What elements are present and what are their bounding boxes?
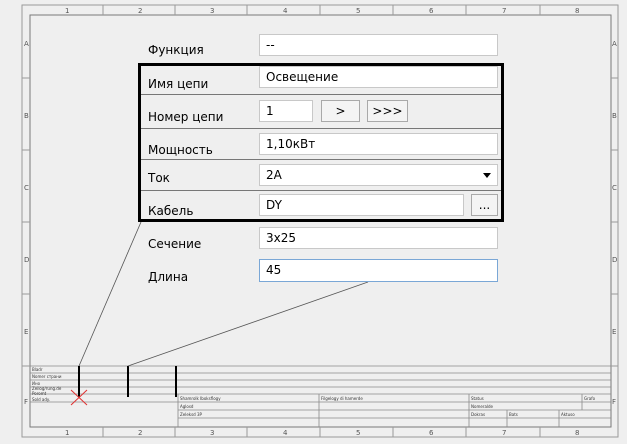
title-block-label: Bladr	[32, 367, 43, 372]
section-label: Сечение	[148, 237, 202, 251]
row-letter-left: E	[24, 328, 29, 336]
title-block-cell: Aktuso	[561, 412, 575, 417]
ellipsis-icon: ...	[478, 198, 491, 212]
title-block-cell: Filgelogy di hamerde	[321, 396, 363, 401]
row-letter-right: D	[612, 256, 618, 264]
row-letter-right: B	[612, 112, 617, 120]
circuit-number-label: Номер цепи	[148, 110, 224, 124]
circuit-name-field[interactable]: Освещение	[259, 66, 498, 88]
circuit-name-label: Имя цепи	[148, 77, 209, 91]
chevron-down-icon	[483, 173, 491, 178]
function-field[interactable]: --	[259, 34, 498, 56]
title-block-label: Poromt	[32, 391, 47, 396]
title-block-cell: Zeleksd 3P	[180, 412, 202, 417]
title-block-cell: Grafo	[584, 396, 596, 401]
col-number-top: 1	[65, 7, 70, 15]
col-number-bottom: 3	[210, 429, 215, 437]
title-block-cell: Dokras	[471, 412, 486, 417]
row-letter-right: C	[612, 184, 617, 192]
row-separator	[141, 190, 501, 191]
title-block-cell: Shamrolk Iboksflogy	[180, 396, 221, 401]
chevron-right-icon: >	[335, 104, 346, 118]
col-number-bottom: 1	[65, 429, 70, 437]
col-number-top: 8	[575, 7, 580, 15]
col-number-top: 6	[429, 7, 434, 15]
length-label: Длина	[148, 270, 189, 284]
circuit-number-field[interactable]: 1	[259, 100, 313, 122]
title-block-cell: Nomeralde	[471, 404, 494, 409]
col-number-bottom: 7	[502, 429, 507, 437]
cable-browse-button[interactable]: ...	[471, 194, 498, 216]
row-letter-right: A	[612, 40, 617, 48]
row-separator	[141, 94, 501, 95]
row-letter-left: C	[24, 184, 29, 192]
col-number-top: 4	[283, 7, 288, 15]
triple-chevron-icon: >>>	[372, 104, 403, 118]
row-letter-right: F	[612, 398, 617, 406]
title-block-cell: Status	[471, 396, 484, 401]
last-number-button[interactable]: >>>	[367, 100, 408, 122]
current-label: Ток	[148, 171, 170, 185]
col-number-bottom: 8	[575, 429, 580, 437]
row-letter-left: D	[24, 256, 30, 264]
power-field[interactable]: 1,10кВт	[259, 133, 498, 155]
power-label: Мощность	[148, 143, 213, 157]
title-block-label: Sold ady.	[32, 397, 50, 402]
row-letter-right: E	[612, 328, 617, 336]
col-number-top: 2	[138, 7, 143, 15]
col-number-bottom: 2	[138, 429, 143, 437]
drawing-canvas: 1 2 3 4 5 6 7 8 1 2 3 4 5 6 7 8 A B C D …	[0, 0, 627, 444]
current-select-value: 2А	[266, 168, 282, 182]
col-number-top: 5	[356, 7, 361, 15]
col-number-top: 7	[502, 7, 507, 15]
row-separator	[141, 159, 501, 160]
section-field[interactable]: 3х25	[259, 227, 498, 249]
row-separator	[141, 128, 501, 129]
col-number-bottom: 5	[356, 429, 361, 437]
row-letter-left: F	[24, 398, 29, 406]
function-label: Функция	[148, 43, 204, 57]
cable-field[interactable]: DY	[259, 194, 464, 216]
title-block-cell: Aglosd	[180, 404, 194, 409]
title-block-label: Nomer страни	[32, 374, 62, 379]
cable-label: Кабель	[148, 204, 194, 218]
row-letter-left: B	[24, 112, 29, 120]
col-number-top: 3	[210, 7, 215, 15]
next-number-button[interactable]: >	[321, 100, 360, 122]
title-block-cell: Bats	[509, 412, 518, 417]
col-number-bottom: 6	[429, 429, 434, 437]
row-letter-left: A	[24, 40, 29, 48]
length-field[interactable]: 45	[259, 259, 498, 282]
current-select[interactable]: 2А	[259, 164, 498, 186]
col-number-bottom: 4	[283, 429, 288, 437]
